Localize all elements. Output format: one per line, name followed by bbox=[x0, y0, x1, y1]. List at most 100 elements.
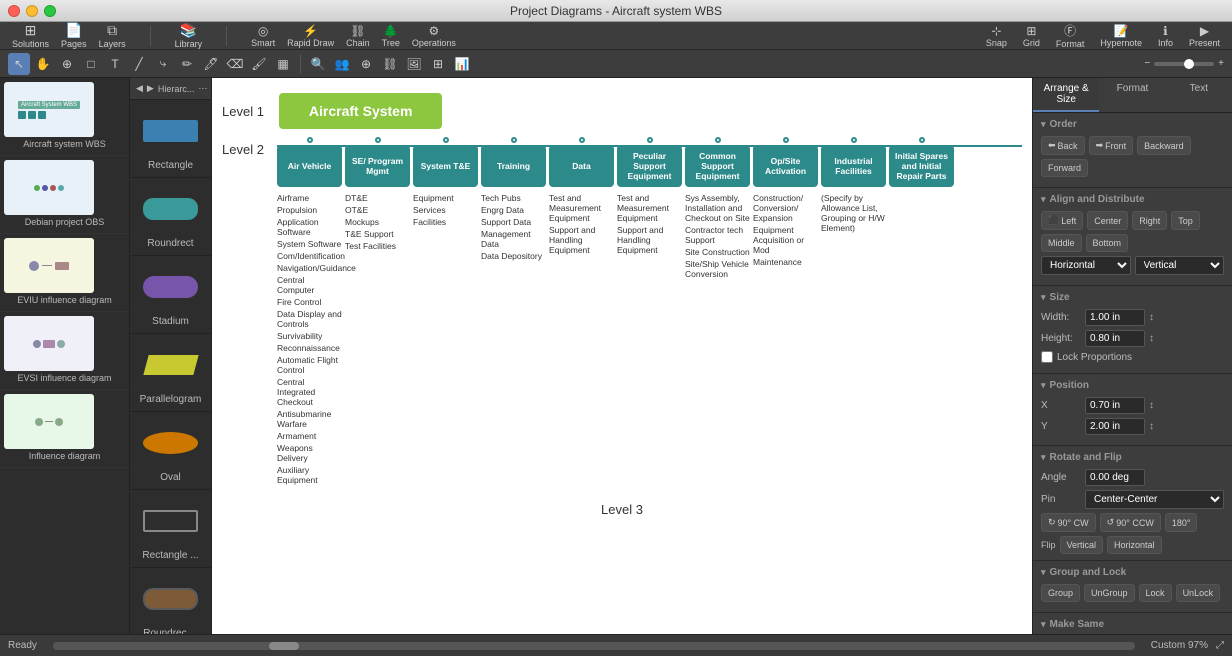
align-left-button[interactable]: ⬛ Left bbox=[1041, 211, 1083, 230]
users-icon[interactable]: 👥 bbox=[331, 53, 353, 75]
make-same-section-title[interactable]: Make Same bbox=[1041, 619, 1224, 630]
library-button[interactable]: 📚 Library bbox=[171, 20, 207, 51]
layers-button[interactable]: ⧉ Layers bbox=[95, 20, 130, 51]
group-button[interactable]: Group bbox=[1041, 584, 1080, 602]
width-input[interactable] bbox=[1085, 309, 1145, 326]
canvas-area[interactable]: Level 1 Aircraft System Level 2 bbox=[212, 78, 1032, 634]
box-ops[interactable]: Op/Site Activation bbox=[753, 145, 818, 187]
hypernote-button[interactable]: 📝 Hypernote bbox=[1096, 22, 1146, 50]
shape-rectangle[interactable]: Rectangle bbox=[130, 100, 211, 178]
rapid-draw-button[interactable]: ⚡ Rapid Draw bbox=[283, 22, 338, 50]
table-icon[interactable]: ⊞ bbox=[427, 53, 449, 75]
rotate-cw90-button[interactable]: ↻ 90° CW bbox=[1041, 513, 1096, 532]
grid-button[interactable]: ⊞ Grid bbox=[1019, 22, 1044, 50]
position-section-title[interactable]: Position bbox=[1041, 380, 1224, 391]
thumbnail-debian[interactable] bbox=[4, 160, 94, 215]
align-middle-button[interactable]: Middle bbox=[1041, 234, 1082, 252]
line-tool[interactable]: ╱ bbox=[128, 53, 150, 75]
group-section-title[interactable]: Group and Lock bbox=[1041, 567, 1224, 578]
shape-roundrect[interactable]: Roundrect bbox=[130, 178, 211, 256]
zoom-plus[interactable]: + bbox=[1218, 58, 1224, 69]
maximize-button[interactable] bbox=[44, 5, 56, 17]
box-se[interactable]: SE/ Program Mgmt bbox=[345, 145, 410, 187]
operations-button[interactable]: ⚙ Operations bbox=[408, 22, 460, 50]
canvas-expand-icon[interactable]: ⤢ bbox=[1216, 640, 1224, 651]
box-data[interactable]: Data bbox=[549, 145, 614, 187]
tab-arrange-size[interactable]: Arrange & Size bbox=[1033, 78, 1099, 112]
tree-button[interactable]: 🌲 Tree bbox=[378, 22, 404, 50]
smart-button[interactable]: ◎ Smart bbox=[247, 22, 279, 50]
hand-tool[interactable]: ✋ bbox=[32, 53, 54, 75]
more-tools[interactable]: ▦ bbox=[272, 53, 294, 75]
horizontal-scrollbar[interactable] bbox=[53, 642, 1135, 650]
pen-tool[interactable]: 🖊 bbox=[200, 53, 222, 75]
zoom-slider[interactable] bbox=[1154, 62, 1214, 66]
info-button[interactable]: ℹ Info bbox=[1154, 22, 1177, 50]
thumbnail-influence[interactable] bbox=[4, 394, 94, 449]
pin-select[interactable]: Center-Center bbox=[1085, 490, 1224, 509]
flip-vertical-button[interactable]: Vertical bbox=[1060, 536, 1104, 554]
backward-button[interactable]: Backward bbox=[1137, 136, 1191, 155]
height-input[interactable] bbox=[1085, 330, 1145, 347]
align-section-title[interactable]: Align and Distribute bbox=[1041, 194, 1224, 205]
nav-forward[interactable]: ▶ bbox=[147, 83, 154, 94]
window-controls[interactable] bbox=[8, 5, 56, 17]
solutions-button[interactable]: ⊞ Solutions bbox=[8, 20, 53, 51]
shape-rect-outline[interactable]: Rectangle ... bbox=[130, 490, 211, 568]
rotate-section-title[interactable]: Rotate and Flip bbox=[1041, 452, 1224, 463]
angle-input[interactable] bbox=[1085, 469, 1145, 486]
lock-proportions-checkbox[interactable] bbox=[1041, 351, 1053, 363]
shape-roundrect-outline[interactable]: Roundrec ... bbox=[130, 568, 211, 634]
shape-stadium[interactable]: Stadium bbox=[130, 256, 211, 334]
nav-back[interactable]: ◀ bbox=[136, 83, 143, 94]
close-button[interactable] bbox=[8, 5, 20, 17]
pencil-tool[interactable]: ✏ bbox=[176, 53, 198, 75]
back-button[interactable]: ⬅ Back bbox=[1041, 136, 1085, 155]
rotate-180-button[interactable]: 180° bbox=[1165, 513, 1198, 532]
size-section-title[interactable]: Size bbox=[1041, 292, 1224, 303]
snap-button[interactable]: ⊹ Snap bbox=[982, 22, 1011, 50]
box-ind[interactable]: Industrial Facilities bbox=[821, 145, 886, 187]
box-cse[interactable]: Common Support Equipment bbox=[685, 145, 750, 187]
rotate-ccw90-button[interactable]: ↺ 90° CCW bbox=[1100, 513, 1161, 532]
thumbnail-aircraft-wbs[interactable]: Aircraft System WBS bbox=[4, 82, 94, 137]
ungroup-button[interactable]: UnGroup bbox=[1084, 584, 1135, 602]
format-button[interactable]: Ⓕ Format bbox=[1052, 20, 1089, 51]
thumbnail-eviu[interactable] bbox=[4, 238, 94, 293]
eraser-tool[interactable]: ⌫ bbox=[224, 53, 246, 75]
box-sys[interactable]: System T&E bbox=[413, 145, 478, 187]
align-top-button[interactable]: Top bbox=[1171, 211, 1200, 230]
present-button[interactable]: ▶ Present bbox=[1185, 22, 1224, 50]
order-section-title[interactable]: Order bbox=[1041, 119, 1224, 130]
minimize-button[interactable] bbox=[26, 5, 38, 17]
lock-button[interactable]: Lock bbox=[1139, 584, 1172, 602]
zoom-tool-in[interactable]: ⊕ bbox=[56, 53, 78, 75]
thumbnail-evsi[interactable] bbox=[4, 316, 94, 371]
pages-button[interactable]: 📄 Pages bbox=[57, 20, 91, 51]
forward-button[interactable]: Forward bbox=[1041, 159, 1088, 177]
align-right-button[interactable]: Right bbox=[1132, 211, 1167, 230]
zoom-minus[interactable]: − bbox=[1144, 58, 1150, 69]
connector-tool[interactable]: ⤷ bbox=[152, 53, 174, 75]
box-pse[interactable]: Peculiar Support Equipment bbox=[617, 145, 682, 187]
flip-horizontal-button[interactable]: Horizontal bbox=[1107, 536, 1162, 554]
chain-button[interactable]: ⛓ Chain bbox=[342, 22, 374, 50]
top-node[interactable]: Aircraft System bbox=[279, 93, 443, 129]
x-input[interactable] bbox=[1085, 397, 1145, 414]
select-tool[interactable]: ↖ bbox=[8, 53, 30, 75]
shape-parallelogram[interactable]: Parallelogram bbox=[130, 334, 211, 412]
box-ini[interactable]: Initial Spares and Initial Repair Parts bbox=[889, 145, 954, 187]
vertical-select[interactable]: Vertical bbox=[1135, 256, 1225, 275]
link-icon[interactable]: ⛓ bbox=[379, 53, 401, 75]
unlock-button[interactable]: UnLock bbox=[1176, 584, 1221, 602]
tab-text[interactable]: Text bbox=[1166, 78, 1232, 112]
horizontal-select[interactable]: Horizontal bbox=[1041, 256, 1131, 275]
tab-format[interactable]: Format bbox=[1099, 78, 1165, 112]
align-center-button[interactable]: Center bbox=[1087, 211, 1128, 230]
text-tool[interactable]: T bbox=[104, 53, 126, 75]
front-button[interactable]: ➡ Front bbox=[1089, 136, 1134, 155]
cursor-icon[interactable]: ⊕ bbox=[355, 53, 377, 75]
chart-icon[interactable]: 📊 bbox=[451, 53, 473, 75]
shape-tool[interactable]: □ bbox=[80, 53, 102, 75]
box-air-vehicle[interactable]: Air Vehicle bbox=[277, 145, 342, 187]
